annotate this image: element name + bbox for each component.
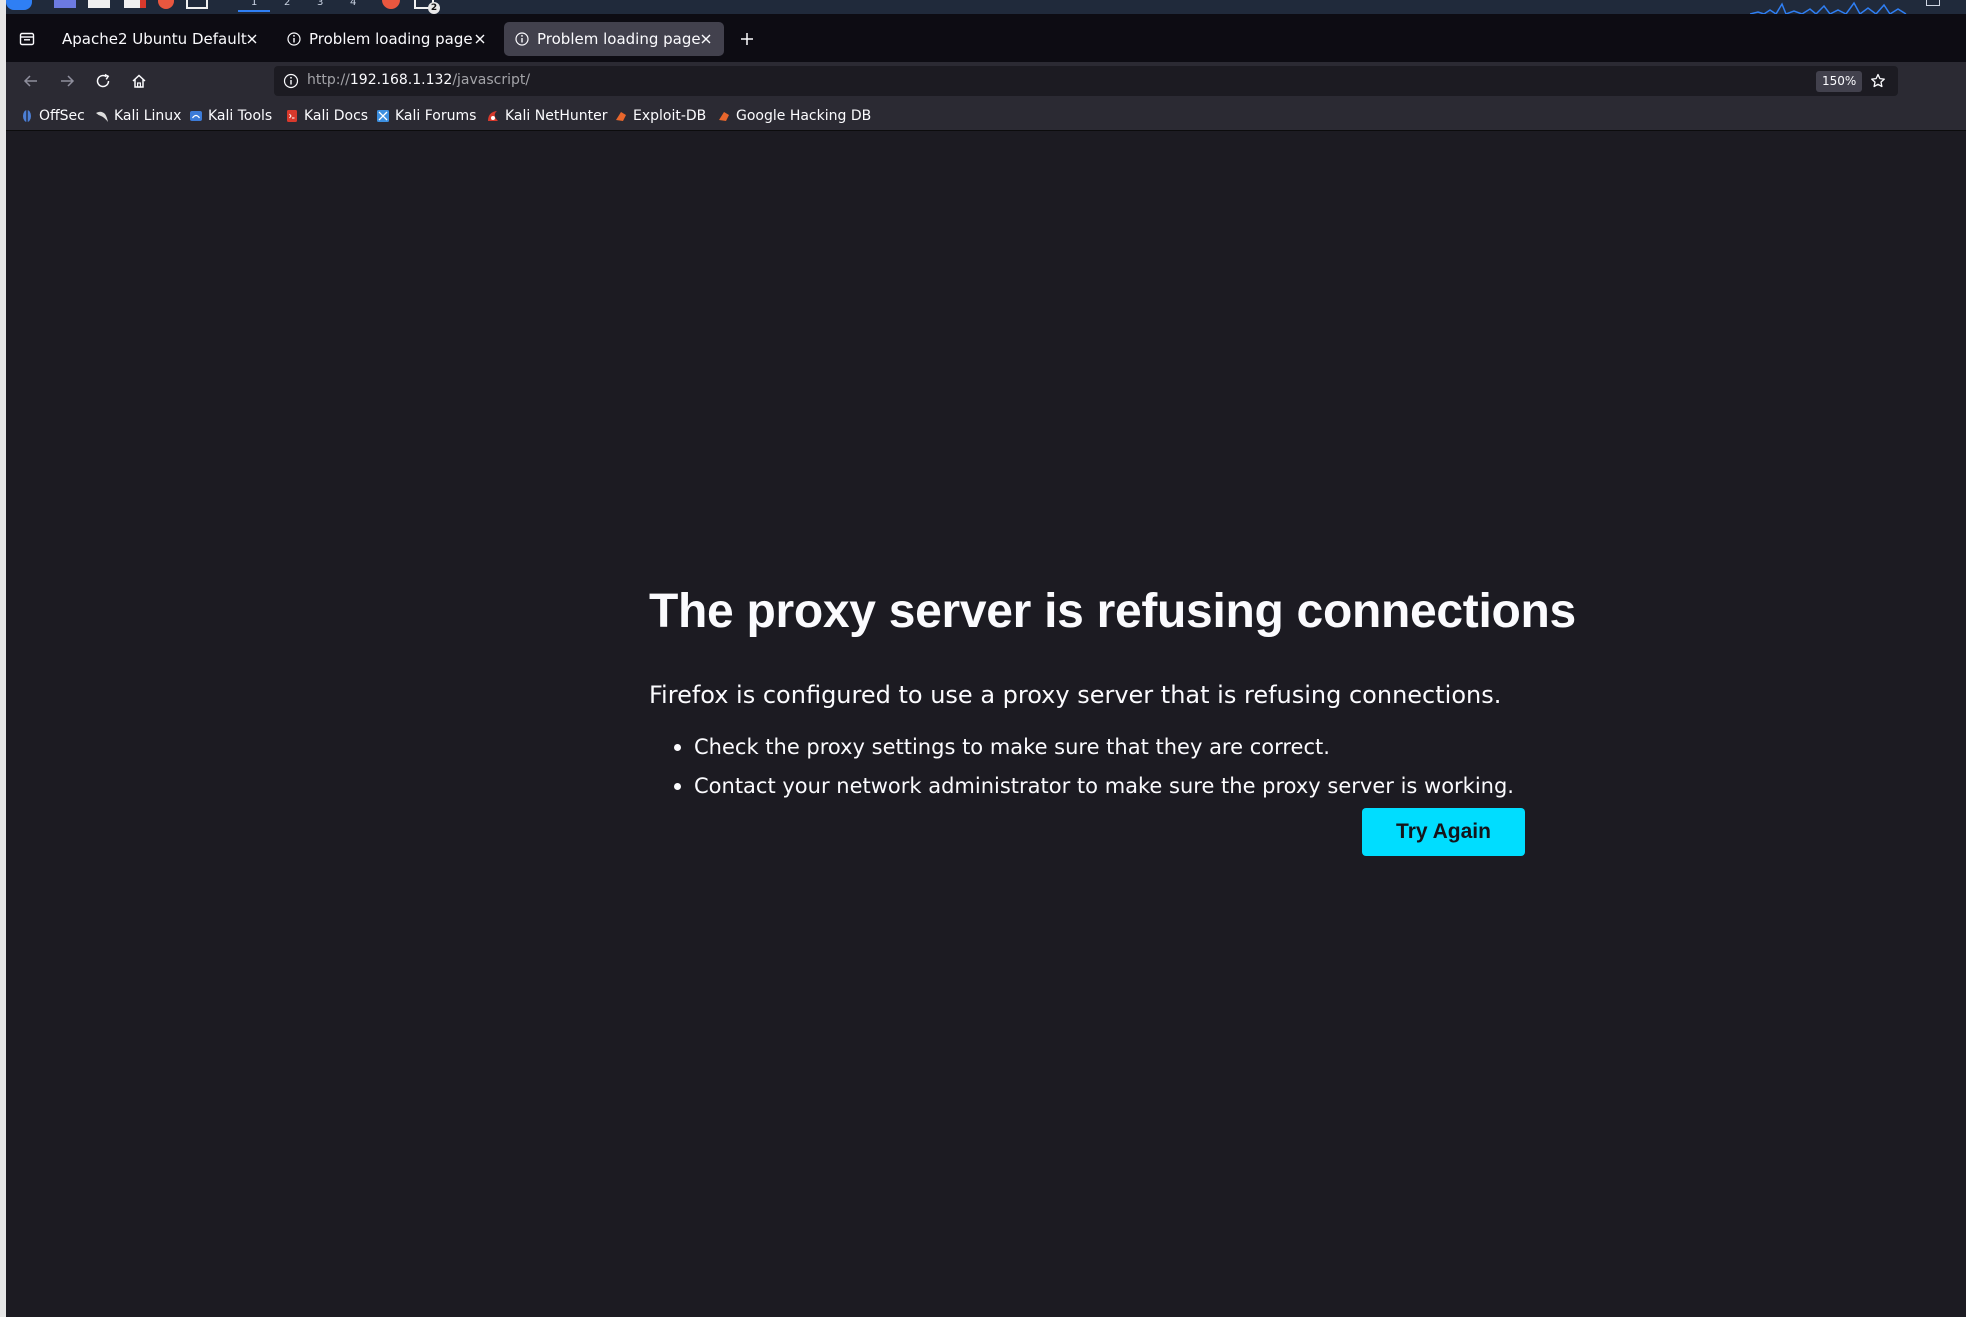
nethunter-icon [486, 109, 500, 123]
home-icon [132, 74, 146, 88]
try-again-button[interactable]: Try Again [1362, 808, 1525, 856]
workspace-4[interactable]: 4 [350, 0, 356, 8]
bookmark-offsec[interactable]: OffSec [20, 106, 85, 126]
tab-problem-loading-1[interactable]: Problem loading page [276, 22, 498, 56]
workspace-1[interactable]: 1 [251, 0, 257, 8]
url-text[interactable]: http://192.168.1.132/javascript/ [307, 72, 530, 88]
tab-label: Problem loading page [309, 30, 473, 48]
tab-strip: Apache2 Ubuntu Default Page: It works Pr… [0, 14, 1966, 62]
suggestion-item: Contact your network administrator to ma… [649, 767, 1529, 806]
kali-menu-icon[interactable] [6, 0, 32, 10]
panel-window-icon[interactable] [1926, 0, 1940, 6]
bookmark-label: Kali Docs [304, 108, 369, 124]
navigation-toolbar: http://192.168.1.132/javascript/ 150% [0, 62, 1966, 100]
bullet-icon [674, 744, 681, 751]
plus-icon [741, 33, 753, 45]
suggestion-text: Contact your network administrator to ma… [694, 774, 1514, 798]
bookmark-label: Kali Forums [395, 108, 477, 124]
desktop-icon[interactable] [54, 0, 76, 8]
url-path: /javascript/ [452, 72, 531, 88]
workspace-active-indicator [238, 10, 270, 12]
home-button[interactable] [125, 67, 153, 95]
firefox-task-icon[interactable] [382, 0, 400, 9]
exploit-db-icon [614, 109, 628, 123]
error-suggestions: Check the proxy settings to make sure th… [649, 728, 1529, 806]
bullet-icon [674, 783, 681, 790]
back-button[interactable] [17, 67, 45, 95]
offsec-icon [20, 109, 34, 123]
bookmark-google-hacking-db[interactable]: Google Hacking DB [717, 106, 871, 126]
bookmark-label: Exploit-DB [633, 108, 707, 124]
new-tab-button[interactable] [734, 26, 760, 52]
arrow-right-icon [61, 75, 75, 87]
kali-dragon-icon [95, 109, 109, 123]
bookmark-exploit-db[interactable]: Exploit-DB [614, 106, 706, 126]
url-host: 192.168.1.132 [349, 72, 453, 88]
bookmark-kali-forums[interactable]: Kali Forums [376, 106, 476, 126]
firefox-view-button[interactable] [14, 26, 40, 52]
zoom-indicator[interactable]: 150% [1816, 71, 1863, 92]
bookmark-label: Google Hacking DB [736, 108, 872, 124]
bookmark-kali-linux[interactable]: Kali Linux [95, 106, 181, 126]
cpu-graph-icon [1750, 1, 1907, 14]
bookmark-kali-docs[interactable]: Kali Docs [285, 106, 368, 126]
text-editor-icon[interactable] [124, 0, 146, 8]
url-bar[interactable]: http://192.168.1.132/javascript/ 150% [274, 66, 1898, 96]
workspace-2[interactable]: 2 [284, 0, 290, 8]
close-tab-icon[interactable] [242, 29, 262, 49]
ghdb-icon [717, 109, 731, 123]
info-icon [285, 30, 303, 48]
notification-badge: 2 [428, 2, 440, 14]
url-scheme: http:// [307, 72, 350, 88]
bookmarks-toolbar: OffSec Kali Linux Kali Tools Kali Docs K… [0, 100, 1966, 131]
bookmark-label: Kali NetHunter [505, 108, 608, 124]
tab-label: Apache2 Ubuntu Default Page: It works [62, 30, 248, 48]
bookmark-star-button[interactable] [1868, 71, 1888, 91]
bookmark-label: Kali Tools [208, 108, 273, 124]
close-tab-icon[interactable] [696, 29, 716, 49]
close-tab-icon[interactable] [470, 29, 490, 49]
error-title: The proxy server is refusing connections [649, 585, 1576, 638]
kali-tools-icon [189, 109, 203, 123]
bookmark-kali-tools[interactable]: Kali Tools [189, 106, 272, 126]
firefox-view-icon [19, 32, 35, 46]
forward-button[interactable] [53, 67, 81, 95]
error-description: Firefox is configured to use a proxy ser… [649, 681, 1502, 709]
site-info-icon[interactable] [282, 72, 300, 90]
info-icon [513, 30, 531, 48]
error-page: The proxy server is refusing connections… [649, 582, 1576, 856]
file-manager-icon[interactable] [88, 0, 110, 8]
bookmark-kali-nethunter[interactable]: Kali NetHunter [486, 106, 607, 126]
bookmark-label: Kali Linux [114, 108, 182, 124]
system-panel: 1 2 3 4 2 [0, 0, 1966, 14]
suggestion-text: Check the proxy settings to make sure th… [694, 735, 1330, 759]
star-icon [1871, 73, 1885, 88]
tab-label: Problem loading page [537, 30, 701, 48]
terminal-icon[interactable] [186, 0, 208, 9]
workspace-3[interactable]: 3 [317, 0, 323, 8]
suggestion-item: Check the proxy settings to make sure th… [649, 728, 1529, 767]
firefox-launcher-icon[interactable] [158, 0, 174, 9]
tab-problem-loading-2[interactable]: Problem loading page [504, 22, 724, 56]
reload-icon [96, 73, 110, 88]
kali-forums-icon [376, 109, 390, 123]
page-content: The proxy server is refusing connections… [6, 132, 1966, 1317]
bookmark-label: OffSec [39, 108, 85, 124]
reload-button[interactable] [89, 67, 117, 95]
tab-apache2-default[interactable]: Apache2 Ubuntu Default Page: It works [48, 22, 270, 56]
window-left-edge [0, 0, 6, 1317]
kali-docs-icon [285, 109, 299, 123]
arrow-left-icon [23, 75, 37, 87]
